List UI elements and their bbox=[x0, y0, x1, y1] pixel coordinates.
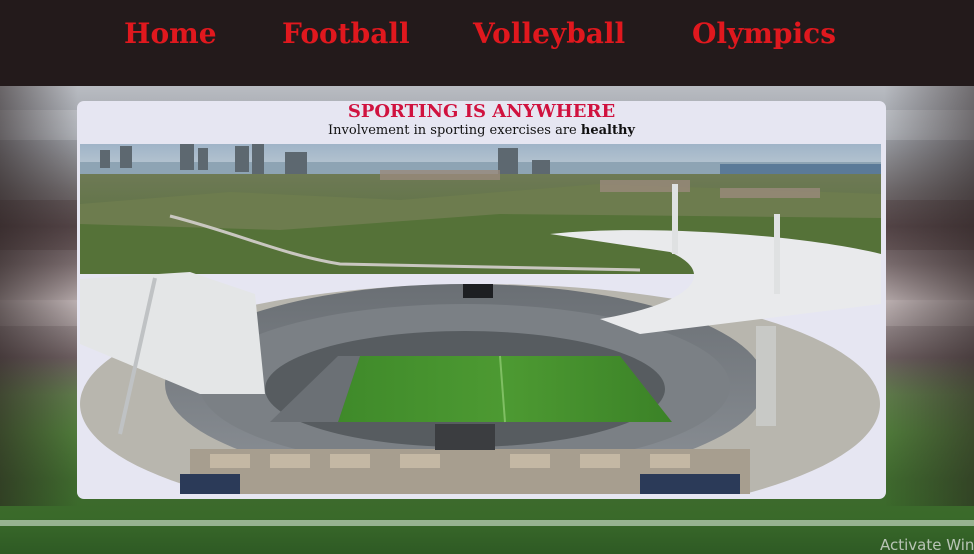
top-navigation-bar: Home Football Volleyball Olympics bbox=[0, 0, 974, 86]
nav-link-home[interactable]: Home bbox=[124, 14, 217, 54]
page: Home Football Volleyball Olympics SPORTI… bbox=[0, 0, 974, 554]
nav-link-olympics[interactable]: Olympics bbox=[692, 14, 836, 54]
background-band bbox=[0, 520, 974, 526]
nav-link-volleyball[interactable]: Volleyball bbox=[473, 14, 625, 54]
card-subtitle: Involvement in sporting exercises are he… bbox=[77, 122, 886, 140]
content-card: SPORTING IS ANYWHERE Involvement in spor… bbox=[77, 101, 886, 499]
background-shade-right bbox=[884, 86, 974, 506]
stadium-illustration bbox=[80, 144, 881, 494]
background-shade-left bbox=[0, 86, 78, 506]
nav-link-football[interactable]: Football bbox=[282, 14, 410, 54]
card-subtitle-emphasis: healthy bbox=[580, 123, 635, 138]
card-title: SPORTING IS ANYWHERE bbox=[347, 101, 616, 122]
stadium-photo bbox=[80, 144, 881, 494]
card-subtitle-text: Involvement in sporting exercises are bbox=[328, 123, 581, 138]
activate-windows-watermark: Activate Windows bbox=[880, 536, 974, 554]
